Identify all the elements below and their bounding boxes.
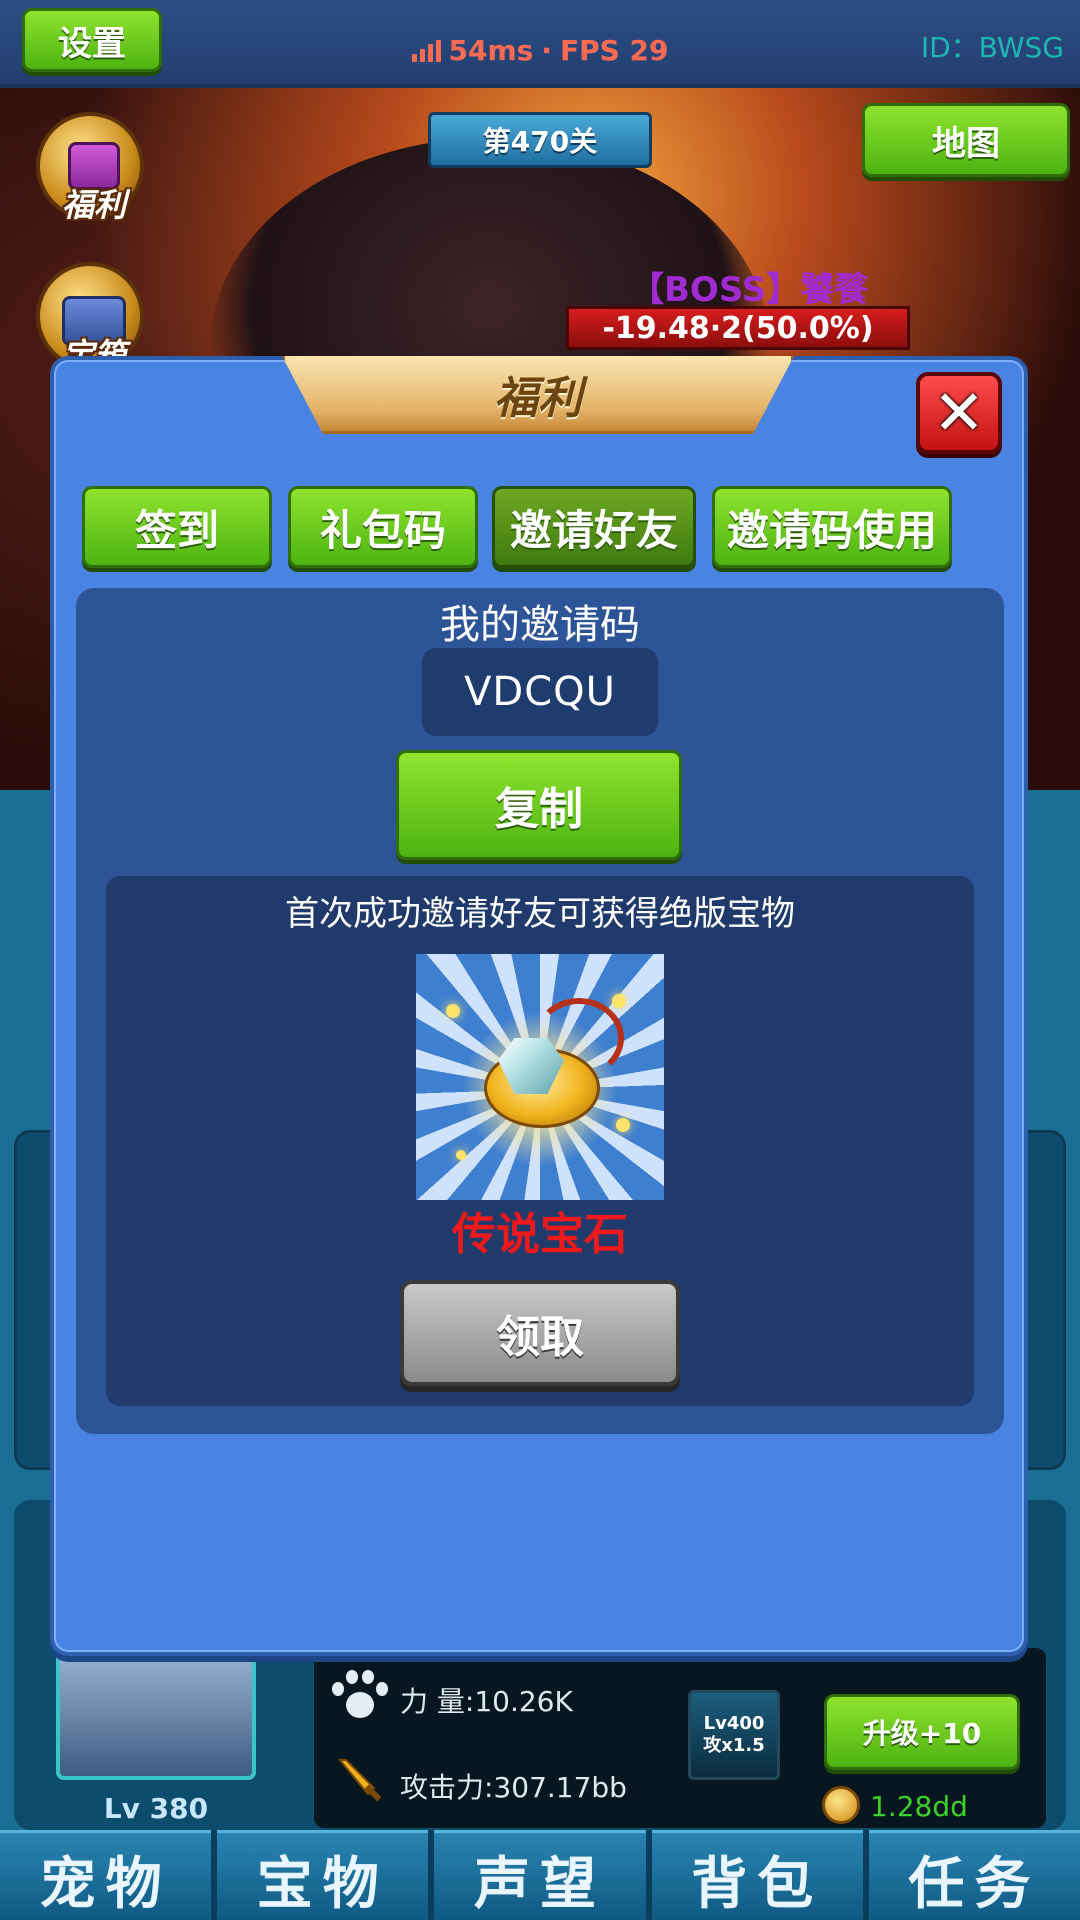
sparkle-icon — [616, 1118, 630, 1132]
sparkle-icon — [612, 994, 626, 1008]
legendary-gem-icon — [416, 954, 664, 1200]
modal-overlay: 福利 ✕ 签到 礼包码 邀请好友 邀请码使用 我的邀请码 VDCQU 复制 首次… — [0, 0, 1080, 1920]
close-button[interactable]: ✕ — [916, 372, 1002, 454]
tab-invite-friends[interactable]: 邀请好友 — [492, 486, 696, 568]
close-icon: ✕ — [933, 376, 985, 449]
copy-button[interactable]: 复制 — [396, 750, 682, 860]
tab-use-invite-code[interactable]: 邀请码使用 — [712, 486, 952, 568]
invite-code-title: 我的邀请码 — [440, 602, 640, 648]
sparkle-icon — [446, 1004, 460, 1018]
tab-gift-code[interactable]: 礼包码 — [288, 486, 478, 568]
invite-code-value: VDCQU — [422, 648, 658, 736]
reward-description: 首次成功邀请好友可获得绝版宝物 — [285, 894, 795, 934]
claim-button[interactable]: 领取 — [400, 1280, 680, 1386]
sparkle-icon — [456, 1150, 466, 1160]
tab-sign-in[interactable]: 签到 — [82, 486, 272, 568]
modal-title: 福利 — [282, 356, 794, 434]
reward-name: 传说宝石 — [452, 1209, 628, 1260]
